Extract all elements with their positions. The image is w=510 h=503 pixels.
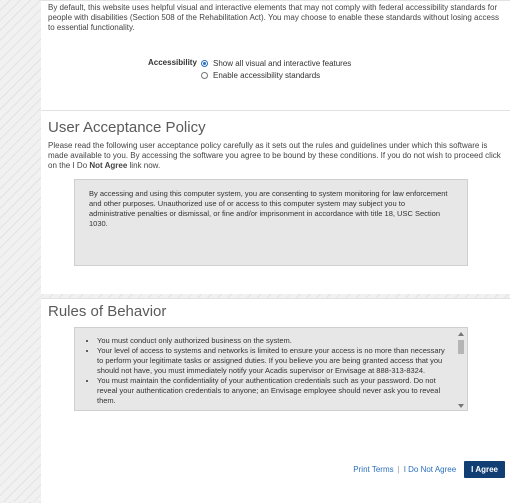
accessibility-options: Accessibility Show all visual and intera… (41, 56, 510, 86)
footer-separator: | (397, 465, 400, 474)
rob-title: Rules of Behavior (48, 303, 167, 320)
uap-policy-box: By accessing and using this computer sys… (74, 179, 468, 266)
scroll-down-arrow-icon[interactable] (458, 404, 464, 408)
radio-show-all-features[interactable]: Show all visual and interactive features (201, 59, 351, 68)
uap-intro-end: link now. (127, 161, 161, 170)
radio-label-show-all: Show all visual and interactive features (213, 59, 352, 68)
list-item: You must maintain the confidentiality of… (97, 376, 447, 406)
uap-title: User Acceptance Policy (48, 119, 206, 136)
rules-of-behavior-panel: Rules of Behavior You must conduct only … (41, 298, 510, 503)
radio-unselected-icon[interactable] (201, 72, 208, 79)
accessibility-intro: By default, this website uses helpful vi… (48, 3, 499, 32)
radio-label-enable-accessibility: Enable accessibility standards (213, 71, 321, 80)
user-acceptance-policy-panel: User Acceptance Policy Please read the f… (41, 110, 510, 294)
uap-intro-bold: Not Agree (89, 161, 128, 170)
radio-enable-accessibility[interactable]: Enable accessibility standards (201, 71, 320, 80)
rob-scrollbar[interactable] (458, 332, 464, 408)
scroll-thumb[interactable] (458, 340, 464, 354)
rob-scroll-box[interactable]: You must conduct only authorized busines… (74, 327, 468, 411)
print-terms-link[interactable]: Print Terms (353, 465, 393, 474)
footer-actions: Print Terms | I Do Not Agree I Agree (353, 461, 505, 478)
uap-policy-text: By accessing and using this computer sys… (89, 189, 448, 228)
accessibility-label: Accessibility (148, 58, 197, 67)
list-item: Your level of access to systems and netw… (97, 346, 447, 376)
list-item: You must conduct only authorized busines… (97, 336, 447, 346)
scroll-up-arrow-icon[interactable] (458, 332, 464, 336)
radio-selected-icon[interactable] (201, 60, 208, 67)
rob-list: You must conduct only authorized busines… (75, 328, 467, 406)
agree-button[interactable]: I Agree (464, 461, 505, 478)
uap-intro: Please read the following user acceptanc… (48, 141, 504, 171)
do-not-agree-link[interactable]: I Do Not Agree (404, 465, 456, 474)
